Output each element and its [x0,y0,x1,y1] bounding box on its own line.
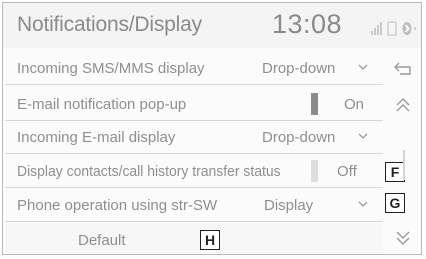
toggle-indicator[interactable] [311,160,318,182]
callout-f: F [385,162,405,182]
toggle-value[interactable]: Off [337,163,357,180]
signal-icon [371,22,382,35]
page-title: Notifications/Display [17,13,202,36]
header-bar: Notifications/Display 13:08 [3,3,421,48]
setting-row-str-sw[interactable]: Phone operation using str-SW Display [5,189,383,222]
toggle-indicator[interactable] [311,93,318,115]
setting-label: Incoming SMS/MMS display [17,60,205,77]
toggle-value[interactable]: On [344,96,364,113]
callout-g: G [385,193,405,213]
setting-row-transfer-status[interactable]: Display contacts/call history transfer s… [5,155,383,188]
setting-label: Incoming E-mail display [17,129,176,146]
setting-row-sms-display[interactable]: Incoming SMS/MMS display Drop‑down [5,52,383,85]
dropdown-value[interactable]: Drop‑down [262,60,335,77]
setting-label: Display contacts/call history transfer s… [17,163,281,180]
scroll-up-icon[interactable] [386,88,420,122]
default-button-label: Default [78,232,126,249]
chevron-down-icon[interactable] [357,199,369,209]
callout-h: H [200,230,220,250]
dropdown-value[interactable]: Drop‑down [262,129,335,146]
default-row: Default [5,224,383,254]
status-icons [371,21,417,36]
dropdown-value[interactable]: Display [264,197,313,214]
setting-row-email-popup[interactable]: E-mail notification pop-up On [5,88,383,121]
chevron-down-icon[interactable] [357,131,369,141]
setting-label: Phone operation using str-SW [17,197,218,214]
phone-icon [387,21,397,36]
back-icon[interactable] [386,52,420,86]
default-button[interactable]: Default [5,224,383,253]
clock: 13:08 [272,9,343,39]
scrollbar[interactable] [403,150,405,180]
setting-row-email-display[interactable]: Incoming E-mail display Drop‑down [5,121,383,154]
setting-label: E-mail notification pop-up [17,96,187,113]
bluetooth-icon [402,22,412,35]
scroll-down-icon[interactable] [386,221,420,255]
chevron-down-icon[interactable] [357,62,369,72]
screen: Notifications/Display 13:08 Incoming SMS… [0,0,426,259]
